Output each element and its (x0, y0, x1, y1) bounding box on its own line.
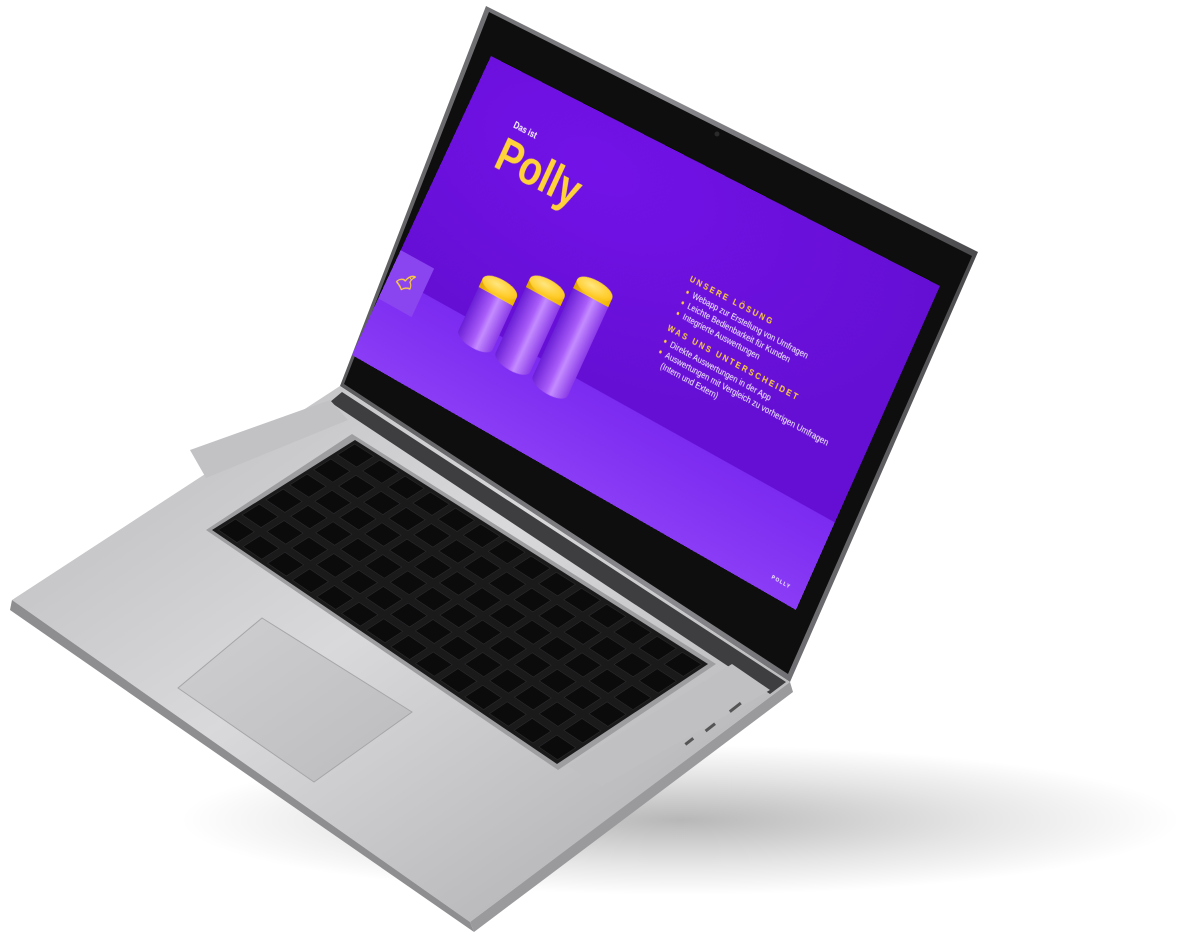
product-mockup: Das ist Polly UNSERE LÖSUNG Webapp zur E… (0, 0, 1186, 941)
camera-dot (715, 132, 720, 137)
bird-icon (391, 264, 420, 298)
